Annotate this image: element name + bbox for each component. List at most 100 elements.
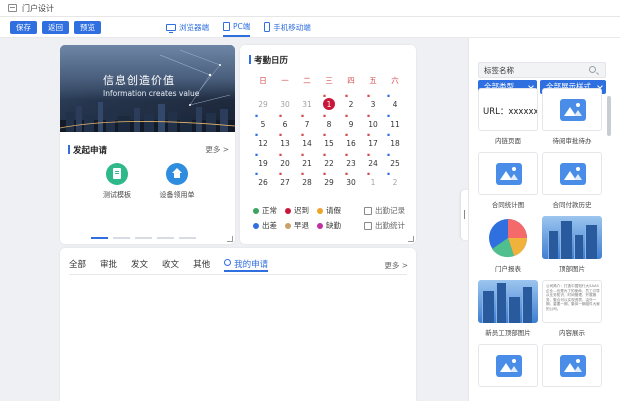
weekday-header: 一 — [281, 76, 289, 85]
calendar-day[interactable]: 26 — [252, 178, 274, 187]
device-tab-mobile[interactable]: 手机移动端 — [264, 17, 311, 37]
buildings-photo — [542, 216, 602, 259]
calendar-day[interactable]: 24 — [362, 159, 384, 168]
tablet-icon — [223, 21, 230, 31]
day-status-mark: ▪ — [255, 113, 259, 119]
legend-dot — [317, 207, 323, 214]
preview-button[interactable]: 预览 — [74, 21, 101, 34]
calendar-day[interactable]: 29 — [252, 100, 274, 109]
calendar-day[interactable]: 17 — [362, 139, 384, 148]
record-icon — [364, 206, 372, 215]
tab-incoming-doc[interactable]: 收文 — [162, 258, 179, 272]
save-button[interactable]: 保存 — [10, 21, 37, 34]
device-tab-pc[interactable]: PC端 — [223, 17, 251, 37]
app-test-template[interactable]: 测试模板 — [92, 163, 142, 200]
calendar-day[interactable]: 28 — [296, 178, 318, 187]
calendar-day[interactable]: 23 — [340, 159, 362, 168]
calendar-day[interactable]: 12 — [252, 139, 274, 148]
day-status-mark: ▪ — [255, 133, 259, 138]
panel-scrollbar[interactable] — [607, 96, 611, 136]
carousel-dot[interactable] — [135, 237, 152, 239]
widget-portal-report[interactable]: 门户报表 — [478, 216, 538, 273]
search-icon[interactable] — [589, 66, 596, 73]
widget-pending-approval[interactable]: 待阅审批待办 — [542, 88, 602, 145]
tab-all[interactable]: 全部 — [69, 258, 86, 272]
apply-widget[interactable]: 发起申请 更多 > 测试模板 设备领用单 — [60, 132, 235, 244]
widget-contract-payments[interactable]: 合同付款历史 — [542, 152, 602, 209]
calendar-day[interactable]: 1 — [362, 178, 384, 187]
requests-more-link[interactable]: 更多 > — [384, 260, 408, 271]
calendar-day[interactable]: 2 — [340, 100, 362, 109]
widget-internal-page[interactable]: URL：xxxxxx 内链页面 — [478, 88, 538, 145]
tab-other[interactable]: 其他 — [193, 258, 210, 272]
calendar-day[interactable]: 22 — [318, 159, 340, 168]
legend-dot — [285, 222, 291, 229]
calendar-day[interactable]: 18 — [384, 139, 406, 148]
calendar-day[interactable]: 19 — [252, 159, 274, 168]
calendar-day[interactable]: 15 — [318, 139, 340, 148]
calendar-day[interactable]: 21 — [296, 159, 318, 168]
widget-thumbnail — [478, 280, 538, 323]
widget-content-display[interactable]: 公司简介：打造中国知行大SAAS企业...也是为了的使命，员工引导从业务知识，时… — [542, 280, 602, 337]
day-status-mark: ▪ — [367, 94, 371, 99]
calendar-day[interactable]: 4 — [384, 100, 406, 109]
calendar-day[interactable]: 27 — [274, 178, 296, 187]
device-switcher: 浏览器端 PC端 手机移动端 — [166, 17, 325, 38]
calendar-day[interactable]: 20 — [274, 159, 296, 168]
widget-thumbnail — [542, 88, 602, 131]
tab-outgoing-doc[interactable]: 发文 — [131, 258, 148, 272]
calendar-day[interactable]: 3 — [362, 100, 384, 109]
requests-widget[interactable]: 全部 审批 发文 收文 其他 我的申请 更多 > — [60, 248, 416, 401]
calendar-day[interactable]: 6 — [274, 120, 296, 129]
link-label: 出勤统计 — [375, 221, 405, 230]
app-label: 测试模板 — [103, 191, 131, 199]
monitor-icon — [166, 23, 176, 33]
calendar-day[interactable]: 5 — [252, 120, 274, 129]
widget-top-image[interactable]: 顶部图片 — [542, 216, 602, 273]
carousel-dot[interactable] — [157, 237, 174, 239]
window-titlebar: 门户设计 — [0, 0, 620, 17]
back-button[interactable]: 返回 — [42, 21, 69, 34]
calendar-day[interactable]: 2 — [384, 178, 406, 187]
app-circle — [106, 163, 128, 185]
widget-thumbnail: 公司简介：打造中国知行大SAAS企业...也是为了的使命，员工引导从业务知识，时… — [542, 280, 602, 323]
legend-dot — [253, 222, 259, 229]
calendar-day[interactable]: 7 — [296, 120, 318, 129]
app-equipment-request[interactable]: 设备领用单 — [152, 163, 202, 200]
calendar-day[interactable]: 29 — [318, 178, 340, 187]
tab-my-requests[interactable]: 我的申请 — [224, 258, 269, 272]
tab-approval[interactable]: 审批 — [100, 258, 117, 272]
carousel-dot[interactable] — [179, 237, 196, 239]
widget-new-employee-image[interactable]: 新员工顶部图片 — [478, 280, 538, 337]
calendar-day[interactable]: 30 — [274, 100, 296, 109]
attendance-stats-link[interactable]: 出勤统计 — [364, 220, 405, 231]
weekday-header: 日 — [259, 76, 267, 85]
calendar-day[interactable]: 9 — [340, 120, 362, 129]
carousel-dot[interactable] — [113, 237, 130, 239]
calendar-day[interactable]: 13 — [274, 139, 296, 148]
calendar-day[interactable]: 30 — [340, 178, 362, 187]
attendance-record-link[interactable]: 出勤记录 — [364, 205, 405, 216]
calendar-day[interactable]: 31 — [296, 100, 318, 109]
buildings-photo — [478, 280, 538, 323]
calendar-day[interactable]: 25 — [384, 159, 406, 168]
attendance-calendar-widget[interactable]: 考勤日历 日一二三四五六 29 30 31 ▪ 1 ▪ 2 ▪ 3 ▪ 4 ▪ 5 ▪ 6 ▪ 7 ▪ 8 ▪ 9 ▪ 10 ▪… — [240, 45, 416, 244]
resize-handle[interactable] — [227, 236, 233, 242]
resize-handle[interactable] — [408, 236, 414, 242]
calendar-day[interactable]: 8 — [318, 120, 340, 129]
search-input[interactable] — [478, 62, 606, 78]
calendar-day[interactable]: 1 — [318, 100, 340, 109]
search-icon — [224, 259, 232, 266]
widget-image-10[interactable] — [542, 344, 602, 387]
calendar-day[interactable]: 16 — [340, 139, 362, 148]
widget-image-9[interactable] — [478, 344, 538, 387]
banner-widget[interactable]: 信息创造价值 Information creates value — [60, 45, 235, 132]
carousel-dot[interactable] — [91, 237, 108, 239]
apply-more-link[interactable]: 更多 > — [205, 144, 229, 155]
widget-contract-chart[interactable]: 合同统计图 — [478, 152, 538, 209]
calendar-day[interactable]: 10 — [362, 120, 384, 129]
calendar-day[interactable]: 11 — [384, 120, 406, 129]
calendar-day[interactable]: 14 — [296, 139, 318, 148]
legend-label: 请假 — [326, 206, 341, 215]
device-tab-browser[interactable]: 浏览器端 — [166, 17, 209, 37]
